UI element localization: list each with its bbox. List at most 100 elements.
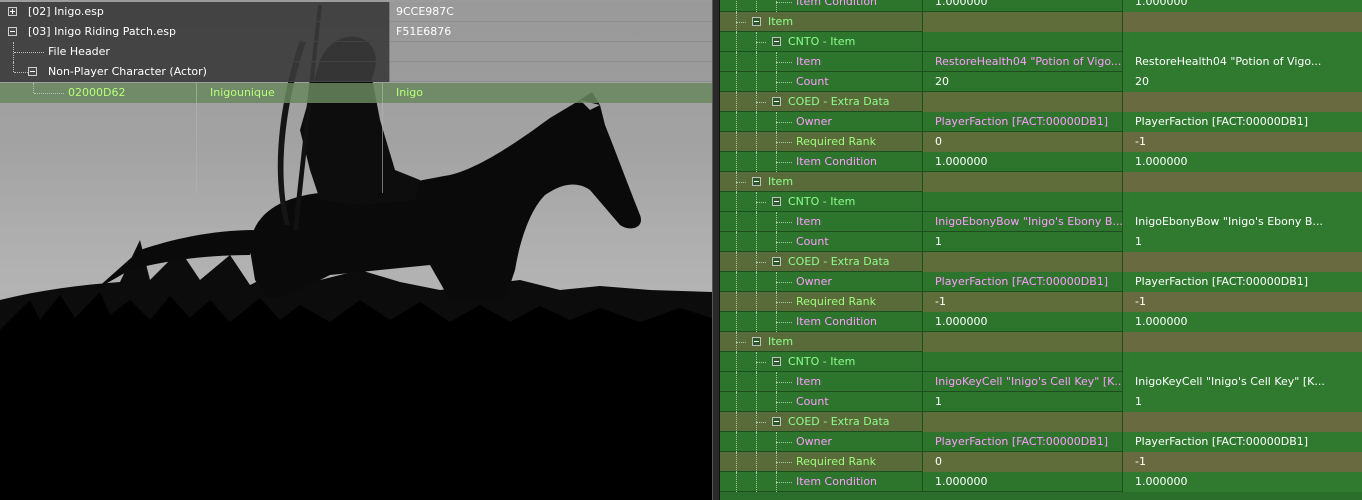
- field-row-owner[interactable]: Owner PlayerFaction [FACT:00000DB1] Player…: [720, 272, 1362, 292]
- collapse-minus-icon[interactable]: [752, 177, 761, 186]
- value-cell-master[interactable]: [1122, 332, 1362, 352]
- field-row-required-rank[interactable]: Required Rank -1 -1: [720, 292, 1362, 312]
- value-cell-master[interactable]: PlayerFaction [FACT:00000DB1]: [1122, 112, 1362, 132]
- value-cell-master[interactable]: InigoEbonyBow "Inigo's Ebony B...: [1122, 212, 1362, 232]
- value-cell-override[interactable]: PlayerFaction [FACT:00000DB1]: [922, 112, 1122, 132]
- value-cell-override[interactable]: [922, 332, 1122, 352]
- field-row-item-condition[interactable]: Item Condition 1.000000 1.000000: [720, 0, 1362, 12]
- value-cell-override[interactable]: 1: [922, 232, 1122, 252]
- value-cell-override[interactable]: PlayerFaction [FACT:00000DB1]: [922, 272, 1122, 292]
- value-cell-master[interactable]: 1: [1122, 232, 1362, 252]
- value-cell-master[interactable]: [1122, 192, 1362, 212]
- value-cell-master[interactable]: [1122, 172, 1362, 192]
- value-cell-override[interactable]: 0: [922, 132, 1122, 152]
- value-cell-master[interactable]: RestoreHealth04 "Potion of Vigo...: [1122, 52, 1362, 72]
- value-cell-override[interactable]: 1.000000: [922, 152, 1122, 172]
- collapse-minus-icon[interactable]: [8, 27, 17, 36]
- tree-connector: [33, 83, 34, 93]
- field-row-owner[interactable]: Owner PlayerFaction [FACT:00000DB1] Player…: [720, 112, 1362, 132]
- pane-splitter[interactable]: [712, 0, 720, 500]
- value-cell-override[interactable]: 0: [922, 452, 1122, 472]
- tree-row-plugin-inigo[interactable]: [02] Inigo.esp 9CCE987C: [0, 2, 712, 22]
- field-row-item-condition[interactable]: Item Condition 1.000000 1.000000: [720, 472, 1362, 492]
- field-row-item[interactable]: Item RestoreHealth04 "Potion of Vigo... Re…: [720, 52, 1362, 72]
- field-row-coed[interactable]: COED - Extra Data: [720, 92, 1362, 112]
- field-row-cnto[interactable]: CNTO - Item: [720, 192, 1362, 212]
- value-cell-master[interactable]: 1.000000: [1122, 152, 1362, 172]
- value-cell-master[interactable]: 1.000000: [1122, 312, 1362, 332]
- tree-row-selected-npc[interactable]: 02000D62 Inigounique Inigo: [0, 83, 712, 103]
- tree-row-npc-group[interactable]: Non-Player Character (Actor): [0, 62, 712, 82]
- value-cell-master[interactable]: PlayerFaction [FACT:00000DB1]: [1122, 432, 1362, 452]
- value-cell-override[interactable]: [922, 172, 1122, 192]
- value-cell-override[interactable]: [922, 252, 1122, 272]
- value-cell-override[interactable]: InigoKeyCell "Inigo's Cell Key" [K...: [922, 372, 1125, 392]
- record-view-pane[interactable]: Item Condition 1.000000 1.000000 Item CNTO -…: [720, 0, 1362, 500]
- field-row-required-rank[interactable]: Required Rank 0 -1: [720, 452, 1362, 472]
- value-cell-master[interactable]: [1122, 32, 1362, 52]
- value-cell-override[interactable]: [922, 32, 1122, 52]
- value-cell-master[interactable]: [1122, 12, 1362, 32]
- tree-connector: [736, 132, 737, 152]
- value-cell-master[interactable]: [1122, 412, 1362, 432]
- collapse-minus-icon[interactable]: [28, 67, 37, 76]
- collapse-minus-icon[interactable]: [772, 257, 781, 266]
- collapse-minus-icon[interactable]: [772, 37, 781, 46]
- record-tree-pane[interactable]: [02] Inigo.esp 9CCE987C [03] Inigo Ridin…: [0, 0, 712, 500]
- field-row-item-group[interactable]: Item: [720, 332, 1362, 352]
- value-cell-override[interactable]: [922, 12, 1122, 32]
- field-row-cnto[interactable]: CNTO - Item: [720, 352, 1362, 372]
- field-row-count[interactable]: Count 1 1: [720, 392, 1362, 412]
- value-cell-master[interactable]: [1122, 352, 1362, 372]
- value-cell-master[interactable]: 1.000000: [1122, 0, 1362, 12]
- collapse-minus-icon[interactable]: [772, 357, 781, 366]
- value-cell-master[interactable]: [1122, 92, 1362, 112]
- collapse-minus-icon[interactable]: [752, 17, 761, 26]
- tree-connector: [756, 362, 766, 363]
- value-cell-master[interactable]: -1: [1122, 132, 1362, 152]
- tree-row-plugin-inigo-riding-patch[interactable]: [03] Inigo Riding Patch.esp F51E6876: [0, 22, 712, 42]
- field-row-coed[interactable]: COED - Extra Data: [720, 252, 1362, 272]
- value-cell-override[interactable]: [922, 412, 1122, 432]
- tree-row-file-header[interactable]: File Header: [0, 42, 712, 62]
- field-row-item-group[interactable]: Item: [720, 172, 1362, 192]
- value-cell-master[interactable]: 1.000000: [1122, 472, 1362, 492]
- field-row-count[interactable]: Count 20 20: [720, 72, 1362, 92]
- value-cell-master[interactable]: InigoKeyCell "Inigo's Cell Key" [K...: [1122, 372, 1362, 392]
- field-row-owner[interactable]: Owner PlayerFaction [FACT:00000DB1] Player…: [720, 432, 1362, 452]
- field-row-count[interactable]: Count 1 1: [720, 232, 1362, 252]
- collapse-minus-icon[interactable]: [752, 337, 761, 346]
- value-cell-override[interactable]: [922, 92, 1122, 112]
- value-cell-override[interactable]: -1: [922, 292, 1122, 312]
- tree-connector: [776, 82, 792, 83]
- value-cell-master[interactable]: [1122, 252, 1362, 272]
- value-cell-override[interactable]: 1: [922, 392, 1122, 412]
- value-cell-override[interactable]: [922, 352, 1122, 372]
- field-row-item-group[interactable]: Item: [720, 12, 1362, 32]
- field-row-item[interactable]: Item InigoEbonyBow "Inigo's Ebony B... Ini…: [720, 212, 1362, 232]
- collapse-minus-icon[interactable]: [772, 417, 781, 426]
- value-cell-master[interactable]: PlayerFaction [FACT:00000DB1]: [1122, 272, 1362, 292]
- field-row-item[interactable]: Item InigoKeyCell "Inigo's Cell Key" [K..…: [720, 372, 1362, 392]
- value-cell-override[interactable]: 20: [922, 72, 1122, 92]
- expand-plus-icon[interactable]: [8, 7, 17, 16]
- field-row-required-rank[interactable]: Required Rank 0 -1: [720, 132, 1362, 152]
- collapse-minus-icon[interactable]: [772, 97, 781, 106]
- value-cell-override[interactable]: 1.000000: [922, 312, 1122, 332]
- field-label: CNTO - Item: [788, 195, 856, 208]
- value-cell-override[interactable]: 1.000000: [922, 0, 1122, 12]
- value-cell-master[interactable]: 1: [1122, 392, 1362, 412]
- value-cell-master[interactable]: -1: [1122, 452, 1362, 472]
- value-cell-override[interactable]: PlayerFaction [FACT:00000DB1]: [922, 432, 1122, 452]
- value-cell-override[interactable]: [922, 192, 1122, 212]
- value-cell-override[interactable]: RestoreHealth04 "Potion of Vigo...: [922, 52, 1122, 72]
- value-cell-override[interactable]: 1.000000: [922, 472, 1122, 492]
- field-row-coed[interactable]: COED - Extra Data: [720, 412, 1362, 432]
- value-cell-master[interactable]: 20: [1122, 72, 1362, 92]
- field-row-item-condition[interactable]: Item Condition 1.000000 1.000000: [720, 312, 1362, 332]
- collapse-minus-icon[interactable]: [772, 197, 781, 206]
- value-cell-override[interactable]: InigoEbonyBow "Inigo's Ebony B...: [922, 212, 1123, 232]
- field-row-cnto[interactable]: CNTO - Item: [720, 32, 1362, 52]
- value-cell-master[interactable]: -1: [1122, 292, 1362, 312]
- field-row-item-condition[interactable]: Item Condition 1.000000 1.000000: [720, 152, 1362, 172]
